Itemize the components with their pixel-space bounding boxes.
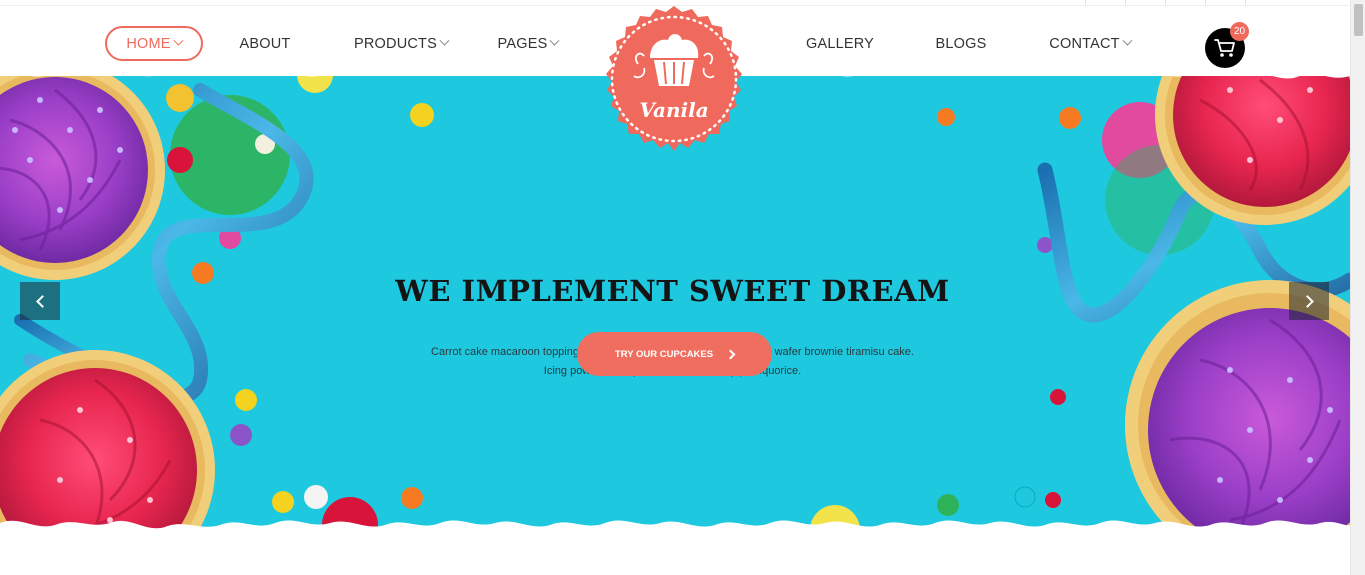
page-content-below-hero xyxy=(0,540,1350,575)
hero-title: WE IMPLEMENT SWEET DREAM xyxy=(395,274,950,308)
nav-label-pages: PAGES xyxy=(497,35,548,52)
cart-icon xyxy=(1214,39,1235,57)
scrollbar-thumb[interactable] xyxy=(1354,4,1363,36)
nav-label-gallery: GALLERY xyxy=(805,35,875,52)
slider-prev-button[interactable] xyxy=(20,282,60,320)
nav-item-contact[interactable]: CONTACT xyxy=(1044,26,1136,61)
vertical-scrollbar[interactable] xyxy=(1350,0,1365,575)
site-logo[interactable]: Vanila xyxy=(598,4,750,156)
nav-item-home[interactable]: HOME xyxy=(105,26,203,61)
cta-label: TRY OUR CUPCAKES xyxy=(614,348,714,360)
nav-label-contact: CONTACT xyxy=(1049,35,1120,52)
nav-item-pages[interactable]: PAGES xyxy=(492,26,564,61)
logo-text: Vanila xyxy=(639,98,708,122)
chevron-down-icon xyxy=(549,35,560,46)
chevron-right-icon xyxy=(1300,294,1314,308)
chevron-down-icon xyxy=(439,35,450,46)
nav-item-gallery[interactable]: GALLERY xyxy=(800,26,880,61)
nav-label-products: PRODUCTS xyxy=(354,35,437,52)
chevron-down-icon xyxy=(173,35,184,46)
hero-bottom-wave-divider xyxy=(0,520,1350,545)
chevron-right-icon xyxy=(725,349,736,359)
nav-label-blogs: BLOGS xyxy=(935,35,987,52)
page: WE IMPLEMENT SWEET DREAM Carrot cake mac… xyxy=(0,0,1365,575)
nav-label-about: ABOUT xyxy=(239,35,291,52)
chevron-down-icon xyxy=(1122,35,1133,46)
nav-item-about[interactable]: ABOUT xyxy=(232,26,298,61)
slider-next-button[interactable] xyxy=(1289,282,1329,320)
try-cupcakes-button[interactable]: TRY OUR CUPCAKES xyxy=(577,332,772,376)
nav-label-home: HOME xyxy=(126,35,171,52)
cart-count-badge: 20 xyxy=(1230,22,1249,41)
nav-item-products[interactable]: PRODUCTS xyxy=(350,26,452,61)
nav-item-blogs[interactable]: BLOGS xyxy=(930,26,992,61)
chevron-left-icon xyxy=(35,294,49,308)
